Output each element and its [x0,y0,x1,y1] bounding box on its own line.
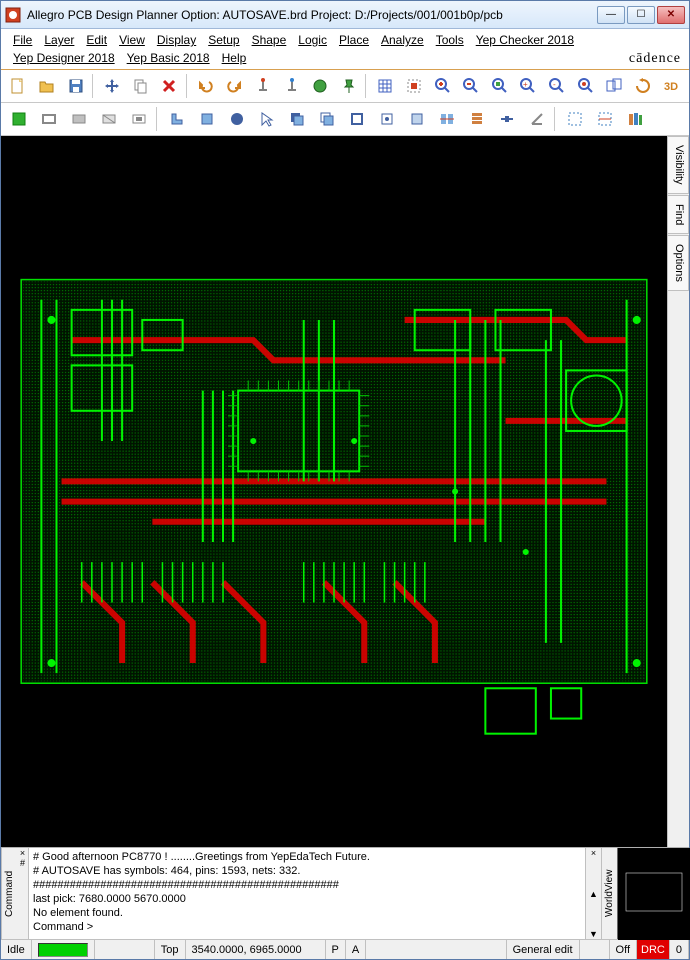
menu-shape[interactable]: Shape [246,31,293,49]
rect3-button[interactable] [95,105,123,133]
app-icon [5,7,21,23]
menu-edit[interactable]: Edit [80,31,113,49]
titlebar: Allegro PCB Design Planner Option: AUTOS… [1,1,689,29]
menubar: File Layer Edit View Display Setup Shape… [1,29,689,70]
menu-place[interactable]: Place [333,31,375,49]
status-off[interactable]: Off [610,940,637,959]
toolbar-1: + - 3D [1,70,689,103]
close-button[interactable]: ✕ [657,6,685,24]
menu-yep-checker[interactable]: Yep Checker 2018 [470,31,580,49]
anchor1-button[interactable] [250,72,277,100]
menu-view[interactable]: View [113,31,151,49]
menu-setup[interactable]: Setup [202,31,245,49]
window-title: Allegro PCB Design Planner Option: AUTOS… [27,8,597,22]
menu-tools[interactable]: Tools [430,31,470,49]
new-button[interactable] [5,72,32,100]
command-scrollbar[interactable]: ×▲▼ [585,848,601,939]
zoom-sel-button[interactable] [572,72,599,100]
menu-analyze[interactable]: Analyze [375,31,430,49]
circle-button[interactable] [307,72,334,100]
menu-yep-basic[interactable]: Yep Basic 2018 [121,49,216,67]
tab-find[interactable]: Find [668,195,689,234]
fill-square-button[interactable] [5,105,33,133]
menu-display[interactable]: Display [151,31,202,49]
minimize-button[interactable]: — [597,6,625,24]
outline2-button[interactable] [373,105,401,133]
grid-button[interactable] [372,72,399,100]
zoom-fit-button[interactable] [487,72,514,100]
menu-file[interactable]: File [7,31,38,49]
command-tab[interactable]: Command [1,848,17,939]
cadence-logo: cādence [629,51,681,67]
maximize-button[interactable]: ☐ [627,6,655,24]
tab-visibility[interactable]: Visibility [668,136,689,194]
outline3-button[interactable] [403,105,431,133]
box-button[interactable] [193,105,221,133]
lshape-button[interactable] [163,105,191,133]
zoom-out-button[interactable] [458,72,485,100]
books-button[interactable] [621,105,649,133]
worldview-minimap[interactable] [617,848,689,939]
move-button[interactable] [99,72,126,100]
save-button[interactable] [62,72,89,100]
align-button[interactable] [433,105,461,133]
angle-button[interactable] [523,105,551,133]
svg-text:+: + [523,80,528,89]
status-layer[interactable]: Top [155,940,186,959]
3d-button[interactable]: 3D [658,72,685,100]
status-p[interactable]: P [326,940,346,959]
dotted1-button[interactable] [561,105,589,133]
side-tabs: Visibility Find Options [667,136,689,847]
bottom-panel: Command ×# # Good afternoon PC8770 ! ...… [1,847,689,939]
rect1-button[interactable] [35,105,63,133]
statusbar: Idle Top 3540.0000, 6965.0000 P A Genera… [1,939,689,959]
copy-button[interactable] [127,72,154,100]
worldview-tab[interactable]: WorldView [601,848,617,939]
undo-button[interactable] [192,72,219,100]
workarea: Visibility Find Options [1,136,689,847]
close-command-icon[interactable]: ×# [17,848,29,939]
outline1-button[interactable] [343,105,371,133]
svg-text:-: - [553,80,556,89]
layers2-button[interactable] [313,105,341,133]
divider-button[interactable] [493,105,521,133]
zoom-in2-button[interactable]: + [515,72,542,100]
status-mode[interactable]: General edit [507,940,580,959]
area-button[interactable] [401,72,428,100]
toolbar-2 [1,103,689,136]
dotted2-button[interactable] [591,105,619,133]
status-state: Idle [1,940,32,959]
pcb-canvas[interactable] [1,136,667,847]
status-progress [32,940,95,959]
rect2-button[interactable] [65,105,93,133]
open-button[interactable] [34,72,61,100]
status-count: 0 [670,940,689,959]
stack-button[interactable] [463,105,491,133]
rect4-button[interactable] [125,105,153,133]
zoom-prev-button[interactable] [601,72,628,100]
tab-options[interactable]: Options [668,235,689,291]
anchor2-button[interactable] [278,72,305,100]
delete-button[interactable] [156,72,183,100]
menu-layer[interactable]: Layer [38,31,80,49]
zoom-out2-button[interactable]: - [544,72,571,100]
status-coords: 3540.0000, 6965.0000 [186,940,326,959]
menu-logic[interactable]: Logic [292,31,333,49]
redo-button[interactable] [221,72,248,100]
filled-circle-button[interactable] [223,105,251,133]
refresh-button[interactable] [630,72,657,100]
menu-yep-designer[interactable]: Yep Designer 2018 [7,49,121,67]
pointer-button[interactable] [253,105,281,133]
command-log: # Good afternoon PC8770 ! ........Greeti… [29,848,585,939]
layers1-button[interactable] [283,105,311,133]
pin-button[interactable] [336,72,363,100]
status-drc[interactable]: DRC [637,940,670,959]
zoom-in-button[interactable] [429,72,456,100]
status-a[interactable]: A [346,940,366,959]
svg-text:3D: 3D [664,81,678,93]
menu-help[interactable]: Help [216,49,253,67]
